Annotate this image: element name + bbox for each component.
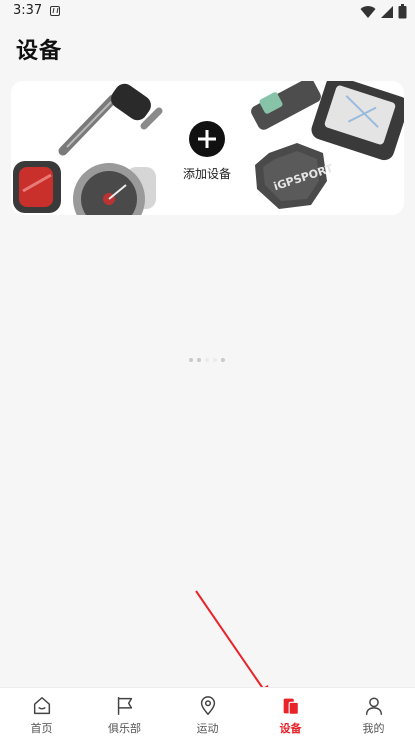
flag-icon [117,697,132,715]
tab-mine[interactable]: 我的 [332,688,415,740]
signal-icon [381,5,393,18]
home-icon [33,697,50,715]
tail-light-image [13,161,61,213]
heart-rate-strap-image [58,83,163,156]
battery-icon [398,4,407,19]
app-notification-icon [50,6,60,16]
plus-icon [189,121,225,157]
tab-label: 设备 [279,722,302,735]
bottom-tab-bar: 首页 俱乐部 运动 设备 我的 [0,687,415,740]
tab-label: 俱乐部 [108,722,141,735]
person-icon [365,697,382,715]
add-device-card[interactable]: iGPSPORT 添加设备 [11,81,404,215]
sports-watch-image [73,163,156,215]
tab-label: 首页 [30,722,53,735]
page-title: 设备 [16,39,63,64]
tab-sport[interactable]: 运动 [166,688,249,740]
tab-device[interactable]: 设备 [249,688,332,740]
tab-club[interactable]: 俱乐部 [83,688,166,740]
location-pin-icon [200,696,215,715]
add-device-button[interactable]: 添加设备 [183,121,231,182]
tab-home[interactable]: 首页 [0,688,83,740]
bike-computer-image [311,81,404,161]
tab-label: 我的 [362,722,385,735]
status-bar: 3:37 [0,0,415,24]
add-device-label: 添加设备 [183,167,232,181]
wifi-icon [360,5,376,18]
loading-indicator [189,358,225,362]
speed-sensor-image [251,81,321,130]
tab-label: 运动 [196,722,219,735]
cadence-sensor-image: iGPSPORT [255,143,335,209]
device-icon [283,698,299,715]
status-icons [360,4,407,19]
status-time: 3:37 [13,3,43,18]
